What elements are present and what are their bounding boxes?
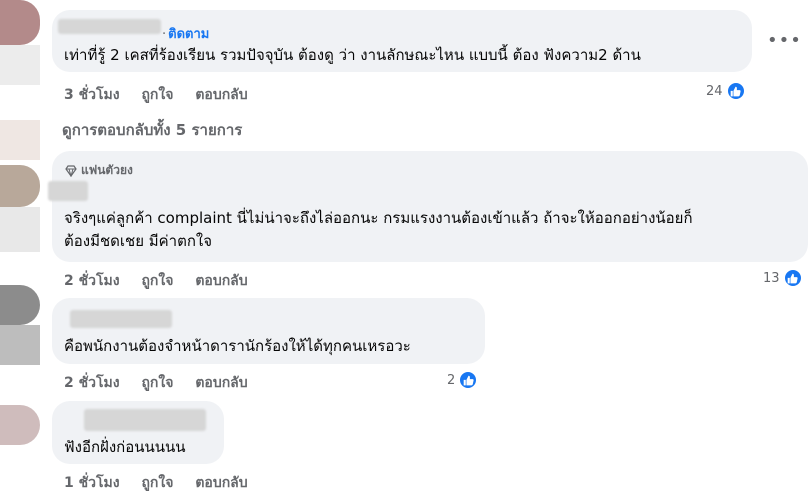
thumbs-up-icon bbox=[725, 81, 746, 101]
reply-button[interactable]: ตอบกลับ bbox=[195, 87, 247, 103]
avatar-placeholder bbox=[0, 325, 40, 365]
timestamp[interactable]: 3 ชั่วโมง bbox=[64, 87, 120, 103]
avatar[interactable] bbox=[0, 0, 40, 45]
comment-text: จริงๆแค่ลูกค้า complaint นี่ไม่น่าจะถึงไ… bbox=[64, 209, 693, 227]
comment-text: คือพนักงานต้องจำหน้าดารานักร้องให้ได้ทุก… bbox=[64, 337, 411, 355]
reaction-count[interactable]: 13 bbox=[763, 268, 803, 288]
diamond-icon bbox=[65, 164, 77, 177]
like-button[interactable]: ถูกใจ bbox=[141, 375, 173, 391]
avatar[interactable] bbox=[0, 405, 40, 445]
thumbs-up-icon bbox=[458, 370, 479, 390]
like-button[interactable]: ถูกใจ bbox=[141, 475, 173, 491]
timestamp[interactable]: 2 ชั่วโมง bbox=[64, 375, 120, 391]
reply-button[interactable]: ตอบกลับ bbox=[195, 475, 247, 491]
comment-text: ฟังอีกฝั่งก่อนนนนน bbox=[64, 438, 186, 456]
top-fan-badge[interactable]: แฟนตัวยง bbox=[65, 161, 133, 180]
avatar-placeholder bbox=[0, 45, 40, 85]
thumbs-up-icon bbox=[782, 268, 803, 288]
comment-actions: 2 ชั่วโมง ถูกใจ ตอบกลับ bbox=[64, 270, 265, 292]
comment-bubble: · ติดตาม เท่าที่รู้ 2 เคสที่ร้องเรียน รวม… bbox=[52, 10, 752, 72]
commenter-name-redacted[interactable] bbox=[70, 310, 172, 328]
commenter-name-redacted[interactable] bbox=[58, 19, 161, 34]
avatar-placeholder bbox=[0, 207, 40, 252]
reply-button[interactable]: ตอบกลับ bbox=[195, 375, 247, 391]
reaction-count[interactable]: 24 bbox=[706, 81, 746, 101]
comment-bubble: ฟังอีกฝั่งก่อนนนนน bbox=[52, 401, 224, 464]
timestamp[interactable]: 1 ชั่วโมง bbox=[64, 475, 120, 491]
commenter-name-redacted[interactable] bbox=[84, 409, 206, 431]
like-button[interactable]: ถูกใจ bbox=[141, 87, 173, 103]
avatar[interactable] bbox=[0, 165, 40, 207]
reply-button[interactable]: ตอบกลับ bbox=[195, 273, 247, 289]
comment-bubble: แฟนตัวยง จริงๆแค่ลูกค้า complaint นี่ไม่… bbox=[48, 151, 808, 262]
comment-text: เท่าที่รู้ 2 เคสที่ร้องเรียน รวมปัจจุบัน… bbox=[64, 46, 641, 64]
like-button[interactable]: ถูกใจ bbox=[141, 273, 173, 289]
timestamp[interactable]: 2 ชั่วโมง bbox=[64, 273, 120, 289]
view-replies-link[interactable]: ดูการตอบกลับทั้ง 5 รายการ bbox=[62, 118, 242, 142]
more-options-icon[interactable]: ••• bbox=[767, 30, 802, 51]
comment-actions: 3 ชั่วโมง ถูกใจ ตอบกลับ bbox=[64, 84, 265, 106]
commenter-name-redacted[interactable] bbox=[48, 181, 88, 201]
comment-text: ต้องมีชดเชย มีค่าตกใจ bbox=[64, 232, 213, 250]
comment-bubble: คือพนักงานต้องจำหน้าดารานักร้องให้ได้ทุก… bbox=[52, 298, 485, 364]
follow-link[interactable]: · ติดตาม bbox=[162, 23, 209, 44]
comment-actions: 2 ชั่วโมง ถูกใจ ตอบกลับ bbox=[64, 372, 265, 394]
reaction-count[interactable]: 2 bbox=[447, 370, 479, 390]
avatar[interactable] bbox=[0, 285, 40, 325]
avatar-placeholder bbox=[0, 120, 40, 160]
comment-actions: 1 ชั่วโมง ถูกใจ ตอบกลับ bbox=[64, 472, 265, 494]
